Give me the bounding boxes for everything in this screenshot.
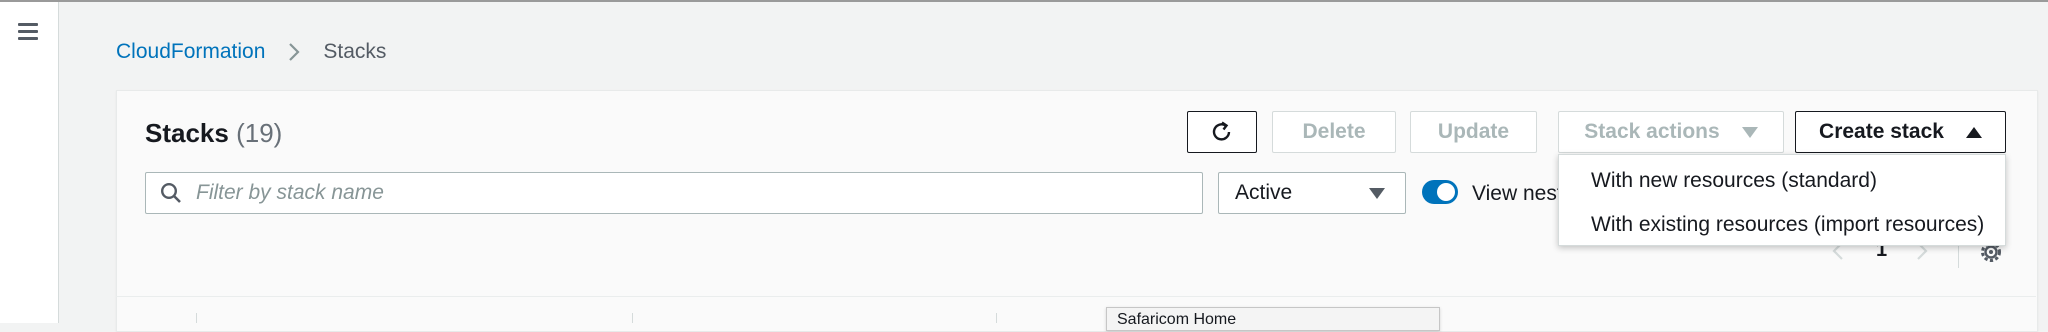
caret-up-icon bbox=[1965, 126, 1982, 138]
view-nested-label: View nest bbox=[1472, 182, 1563, 205]
caret-down-icon bbox=[1369, 187, 1385, 199]
view-nested-toggle[interactable] bbox=[1422, 180, 1458, 204]
column-divider bbox=[996, 313, 997, 323]
stack-actions-label: Stack actions bbox=[1584, 120, 1720, 143]
panel-title-text: Stacks bbox=[145, 118, 229, 148]
stack-count: (19) bbox=[236, 118, 283, 148]
status-filter-select[interactable]: Active bbox=[1218, 172, 1406, 214]
side-navigation-rail bbox=[0, 2, 59, 323]
chevron-right-icon bbox=[289, 43, 300, 61]
delete-button[interactable]: Delete bbox=[1272, 111, 1396, 153]
create-stack-label: Create stack bbox=[1819, 120, 1944, 143]
refresh-button[interactable] bbox=[1187, 111, 1257, 153]
search-icon bbox=[160, 182, 181, 203]
refresh-icon bbox=[1212, 121, 1231, 141]
breadcrumb-current: Stacks bbox=[323, 40, 387, 63]
column-divider bbox=[632, 313, 633, 323]
status-filter-value: Active bbox=[1235, 181, 1293, 204]
hover-tooltip: Safaricom Home bbox=[1106, 307, 1440, 331]
breadcrumb: CloudFormation Stacks bbox=[116, 40, 386, 64]
table-header-divider bbox=[116, 296, 2036, 297]
search-input[interactable] bbox=[194, 180, 1178, 206]
menu-icon[interactable] bbox=[16, 20, 40, 44]
window-top-border bbox=[0, 0, 2048, 2]
column-divider bbox=[196, 313, 197, 323]
update-button[interactable]: Update bbox=[1410, 111, 1537, 153]
breadcrumb-cloudformation-link[interactable]: CloudFormation bbox=[116, 40, 265, 64]
menu-item-existing-resources[interactable]: With existing resources (import resource… bbox=[1591, 213, 1984, 237]
toggle-knob bbox=[1437, 183, 1455, 201]
menu-item-new-resources[interactable]: With new resources (standard) bbox=[1591, 169, 1877, 193]
caret-down-icon bbox=[1741, 126, 1758, 138]
create-stack-button[interactable]: Create stack bbox=[1795, 111, 2006, 153]
stack-actions-button[interactable]: Stack actions bbox=[1558, 111, 1784, 153]
stack-filter-search[interactable] bbox=[145, 172, 1203, 214]
create-stack-menu: With new resources (standard) With exist… bbox=[1558, 154, 2006, 246]
page-title: Stacks (19) bbox=[145, 118, 282, 149]
